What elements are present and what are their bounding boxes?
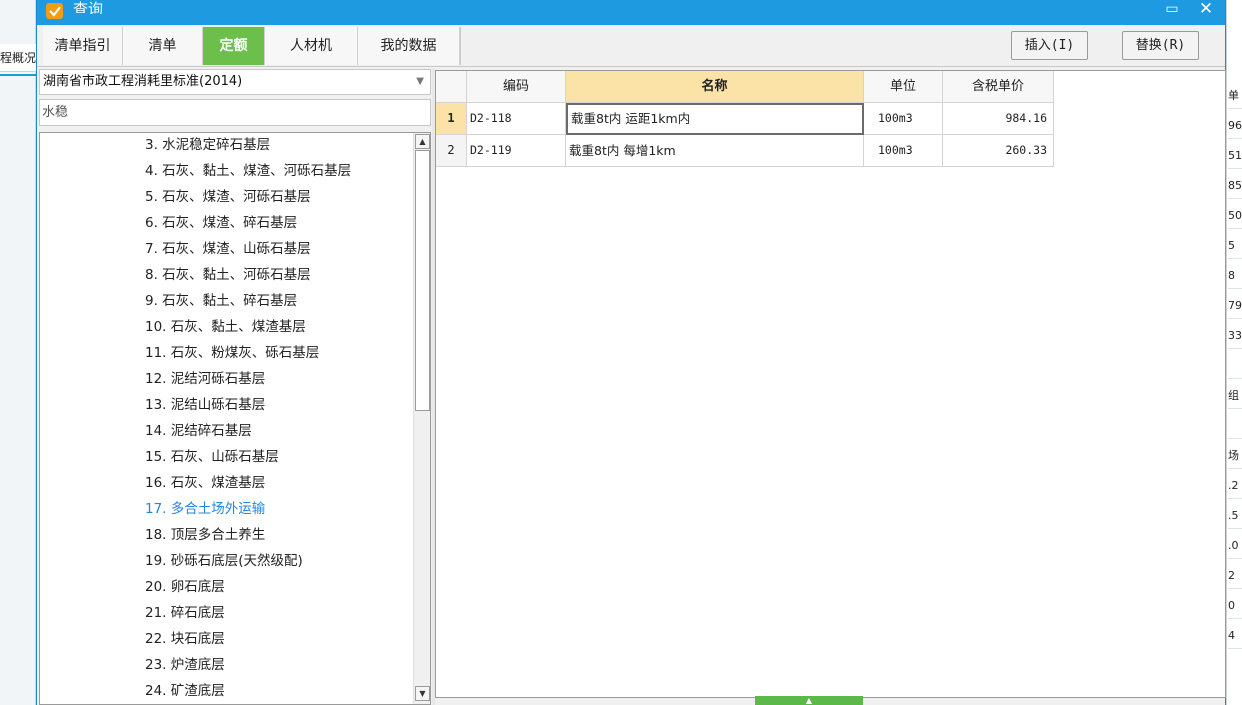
background-cell: 2 [1228, 562, 1242, 589]
background-cell: 51 [1228, 142, 1242, 169]
background-cell: .2 [1228, 472, 1242, 499]
maximize-icon: ▭ [1165, 1, 1179, 17]
background-cell: 组 [1228, 382, 1242, 409]
row-number[interactable]: 2 [436, 135, 467, 167]
tree-item[interactable]: 4. 石灰、黏土、煤渣、河砾石基层 [145, 159, 351, 183]
cell-name[interactable]: 载重8t内 运距1km内 [566, 103, 864, 135]
background-cell: .5 [1228, 502, 1242, 529]
tree-item[interactable]: 9. 石灰、黏土、碎石基层 [145, 289, 297, 313]
tree-item[interactable]: 17. 多合土场外运输 [145, 497, 265, 521]
background-app-left: 程概况 [0, 0, 36, 705]
background-cell [1228, 412, 1242, 439]
grid-corner [436, 71, 467, 103]
tree-item[interactable]: 24. 矿渣底层 [145, 679, 225, 703]
replace-button[interactable]: 替换(R) [1122, 31, 1199, 60]
tree-item[interactable]: 18. 顶层多合土养生 [145, 523, 265, 547]
background-cell: 5 [1228, 232, 1242, 259]
tree-item[interactable]: 7. 石灰、煤渣、山砾石基层 [145, 237, 311, 261]
tree-item[interactable]: 19. 砂砾石底层(天然级配) [145, 549, 303, 573]
background-cell: 4 [1228, 622, 1242, 649]
tree-item[interactable]: 13. 泥结山砾石基层 [145, 393, 265, 417]
tab-my-data[interactable]: 我的数据 [358, 27, 460, 65]
tree-item[interactable]: 20. 卵石底层 [145, 575, 225, 599]
column-header-price[interactable]: 含税单价 [943, 71, 1054, 103]
scroll-up-icon[interactable]: ▲ [415, 134, 430, 149]
tab-quota[interactable]: 定额 [203, 27, 265, 65]
cell-code[interactable]: D2-118 [467, 103, 566, 135]
background-cell: 96 [1228, 112, 1242, 139]
background-cell: .0 [1228, 532, 1242, 559]
tree-item[interactable]: 12. 泥结河砾石基层 [145, 367, 265, 391]
tree-item[interactable]: 10. 石灰、黏土、煤渣基层 [145, 315, 306, 339]
tree-item[interactable]: 16. 石灰、煤渣基层 [145, 471, 265, 495]
standard-select[interactable]: 湖南省市政工程消耗里标准(2014) ▼ [39, 69, 431, 95]
background-cell: 50 [1228, 202, 1242, 229]
tree-scrollbar[interactable]: ▲ ▼ [413, 133, 430, 704]
collapse-handle[interactable]: ▲ [755, 696, 863, 705]
row-number[interactable]: 1 [436, 103, 467, 135]
column-header-name[interactable]: 名称 [566, 71, 864, 103]
cell-price[interactable]: 260.33 [943, 135, 1054, 167]
standard-select-value: 湖南省市政工程消耗里标准(2014) [43, 74, 243, 89]
cell-name[interactable]: 载重8t内 每增1km [566, 135, 864, 167]
background-cell: 场 [1228, 442, 1242, 469]
tree-item[interactable]: 22. 块石底层 [145, 627, 225, 651]
cell-unit[interactable]: 100m3 [864, 103, 943, 135]
background-tab-underline [0, 74, 36, 76]
background-tab-project-overview[interactable]: 程概况 [0, 44, 36, 72]
insert-button[interactable]: 插入(I) [1011, 31, 1088, 60]
tree-item[interactable]: 3. 水泥稳定碎石基层 [145, 133, 270, 157]
cell-price[interactable]: 984.16 [943, 103, 1054, 135]
tree-item[interactable]: 5. 石灰、煤渣、河砾石基层 [145, 185, 311, 209]
close-icon: ✕ [1198, 0, 1214, 19]
category-tree: 3. 水泥稳定碎石基层 4. 石灰、黏土、煤渣、河砾石基层 5. 石灰、煤渣、河砾石… [39, 132, 431, 705]
chevron-up-icon: ▲ [805, 696, 813, 705]
query-dialog: 查询 ▭ ✕ 清单指引 清单 定额 人材机 我的数据 插入(I) 替换(R) 湖… [36, 0, 1226, 705]
search-input[interactable]: 水稳 [39, 99, 431, 126]
cell-code[interactable]: D2-119 [467, 135, 566, 167]
screen: 程概况 单 96 51 85 50 5 8 79 33 组场 .2 .5 .0 2 0 4 查询 ▭ ✕ 清单… [0, 0, 1242, 705]
background-cell: 单 [1228, 82, 1242, 109]
background-cell: 79 [1228, 292, 1242, 319]
background-cell [1228, 352, 1242, 379]
background-cell: 0 [1228, 592, 1242, 619]
tab-labor-material-machine[interactable]: 人材机 [265, 27, 358, 65]
dialog-title: 查询 [73, 0, 104, 14]
tree-item[interactable]: 11. 石灰、粉煤灰、砾石基层 [145, 341, 319, 365]
scroll-down-icon[interactable]: ▼ [415, 686, 430, 701]
column-header-unit[interactable]: 单位 [864, 71, 943, 103]
background-app-right: 单 96 51 85 50 5 8 79 33 组场 .2 .5 .0 2 0 4 [1226, 0, 1242, 705]
tab-bar-filler [460, 27, 1225, 65]
close-button[interactable]: ✕ [1191, 0, 1221, 20]
background-cell: 33 [1228, 322, 1242, 349]
tab-bill[interactable]: 清单 [123, 27, 203, 65]
tree-item[interactable]: 15. 石灰、山砾石基层 [145, 445, 279, 469]
background-cell: 85 [1228, 172, 1242, 199]
chevron-down-icon[interactable]: ▼ [416, 70, 424, 94]
maximize-button[interactable]: ▭ [1157, 0, 1187, 20]
app-logo-icon [46, 3, 63, 19]
quota-grid: 编码 名称 单位 含税单价 1 D2-118 载重8t内 运距1km内 100m3 98… [435, 70, 1226, 698]
tree-item[interactable]: 6. 石灰、煤渣、碎石基层 [145, 211, 297, 235]
background-cell: 8 [1228, 262, 1242, 289]
scroll-thumb[interactable] [415, 150, 430, 411]
cell-unit[interactable]: 100m3 [864, 135, 943, 167]
column-header-code[interactable]: 编码 [467, 71, 566, 103]
tab-bill-guide[interactable]: 清单指引 [43, 27, 123, 65]
tree-item[interactable]: 14. 泥结碎石基层 [145, 419, 252, 443]
tree-item[interactable]: 8. 石灰、黏土、河砾石基层 [145, 263, 311, 287]
tree-item[interactable]: 23. 炉渣底层 [145, 653, 225, 677]
left-pane: 湖南省市政工程消耗里标准(2014) ▼ 水稳 3. 水泥稳定碎石基层 4. 石灰… [37, 68, 432, 705]
dialog-titlebar[interactable]: 查询 ▭ ✕ [37, 0, 1225, 25]
tree-item[interactable]: 21. 碎石底层 [145, 601, 225, 625]
